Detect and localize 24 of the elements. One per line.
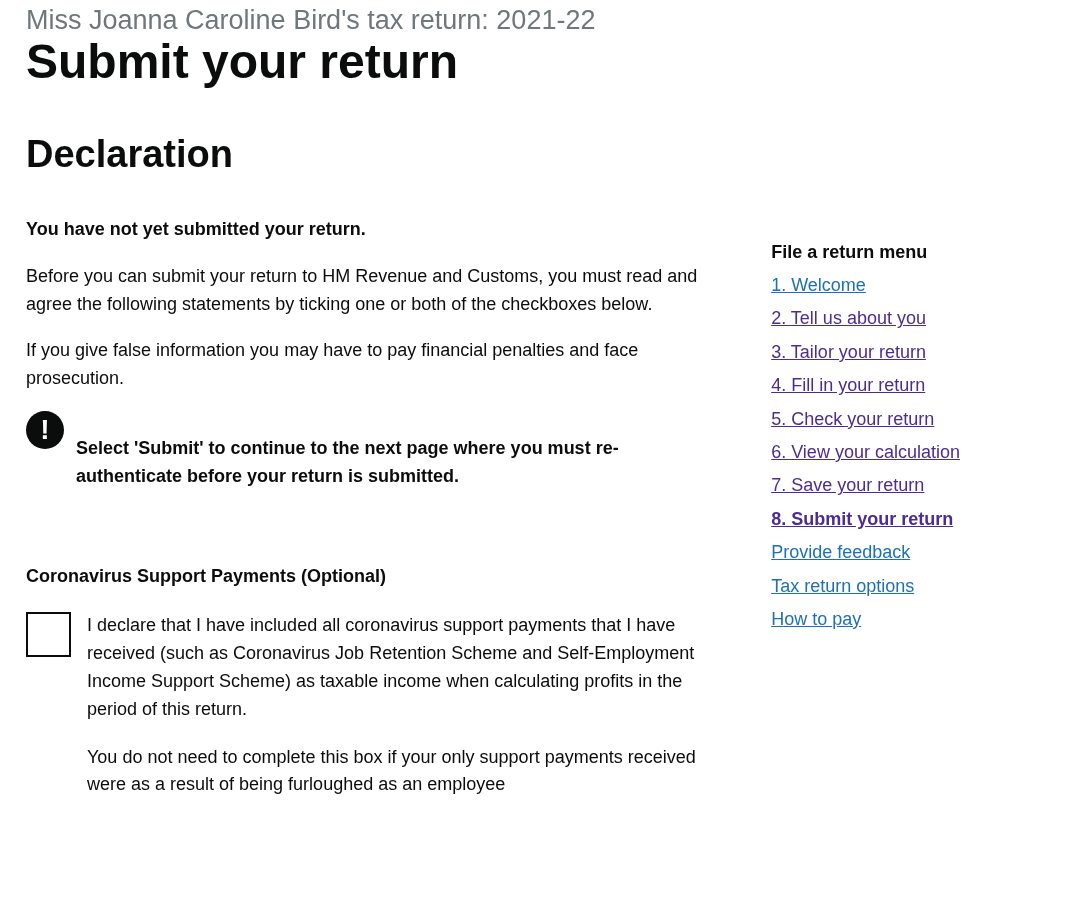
paragraph: If you give false information you may have to pay financial penalties and face prosecution. [26, 338, 640, 390]
menu-link[interactable]: 6. View your calculation [771, 441, 960, 465]
page-title: Submit your return [26, 35, 460, 89]
menu-link[interactable]: 5. Check your return [771, 407, 935, 432]
checkbox[interactable] [26, 612, 71, 657]
section-heading: Declaration [26, 132, 234, 178]
menu-link[interactable]: Provide feedback [771, 541, 911, 565]
menu-link[interactable]: 3. Tailor your return [771, 340, 926, 365]
menu-link[interactable]: 4. Fill in your return [771, 374, 926, 398]
hint-text: You do not need to complete this box if your only support payments received were as a result of being furloughed as an employee [87, 745, 697, 797]
menu-link[interactable]: Tax return options [771, 574, 915, 598]
status-text: You have not yet submitted your return. [26, 218, 367, 242]
menu-link[interactable]: 8. Submit your return [771, 507, 954, 532]
checkbox-label: I declare that I have included all coronavirus support payments that I have received (such as Coronavirus Job Retention Scheme and Self-Employment Income Support Scheme) as taxable income when calculating profits in the period of this return. [87, 614, 696, 721]
menu-heading: File a return menu [771, 242, 929, 265]
menu-link[interactable]: 2. Tell us about you [771, 307, 926, 331]
warning-icon: ! [26, 410, 64, 449]
page-caption: Miss Joanna Caroline Bird's tax return: 2021-22 [26, 6, 597, 36]
menu-link[interactable]: 7. Save your return [771, 474, 925, 498]
menu-link[interactable]: 1. Welcome [771, 274, 866, 298]
warning-text: Select 'Submit' to continue to the next page where you must re-authenticate before your return is submitted. [76, 436, 620, 488]
menu-link[interactable]: How to pay [771, 608, 862, 632]
subheading: Coronavirus Support Payments (Optional) [26, 566, 388, 588]
paragraph: Before you can submit your return to HM Revenue and Customs, you must read and agree the following statements by ticking one or both of the checkboxes below. [26, 265, 699, 316]
